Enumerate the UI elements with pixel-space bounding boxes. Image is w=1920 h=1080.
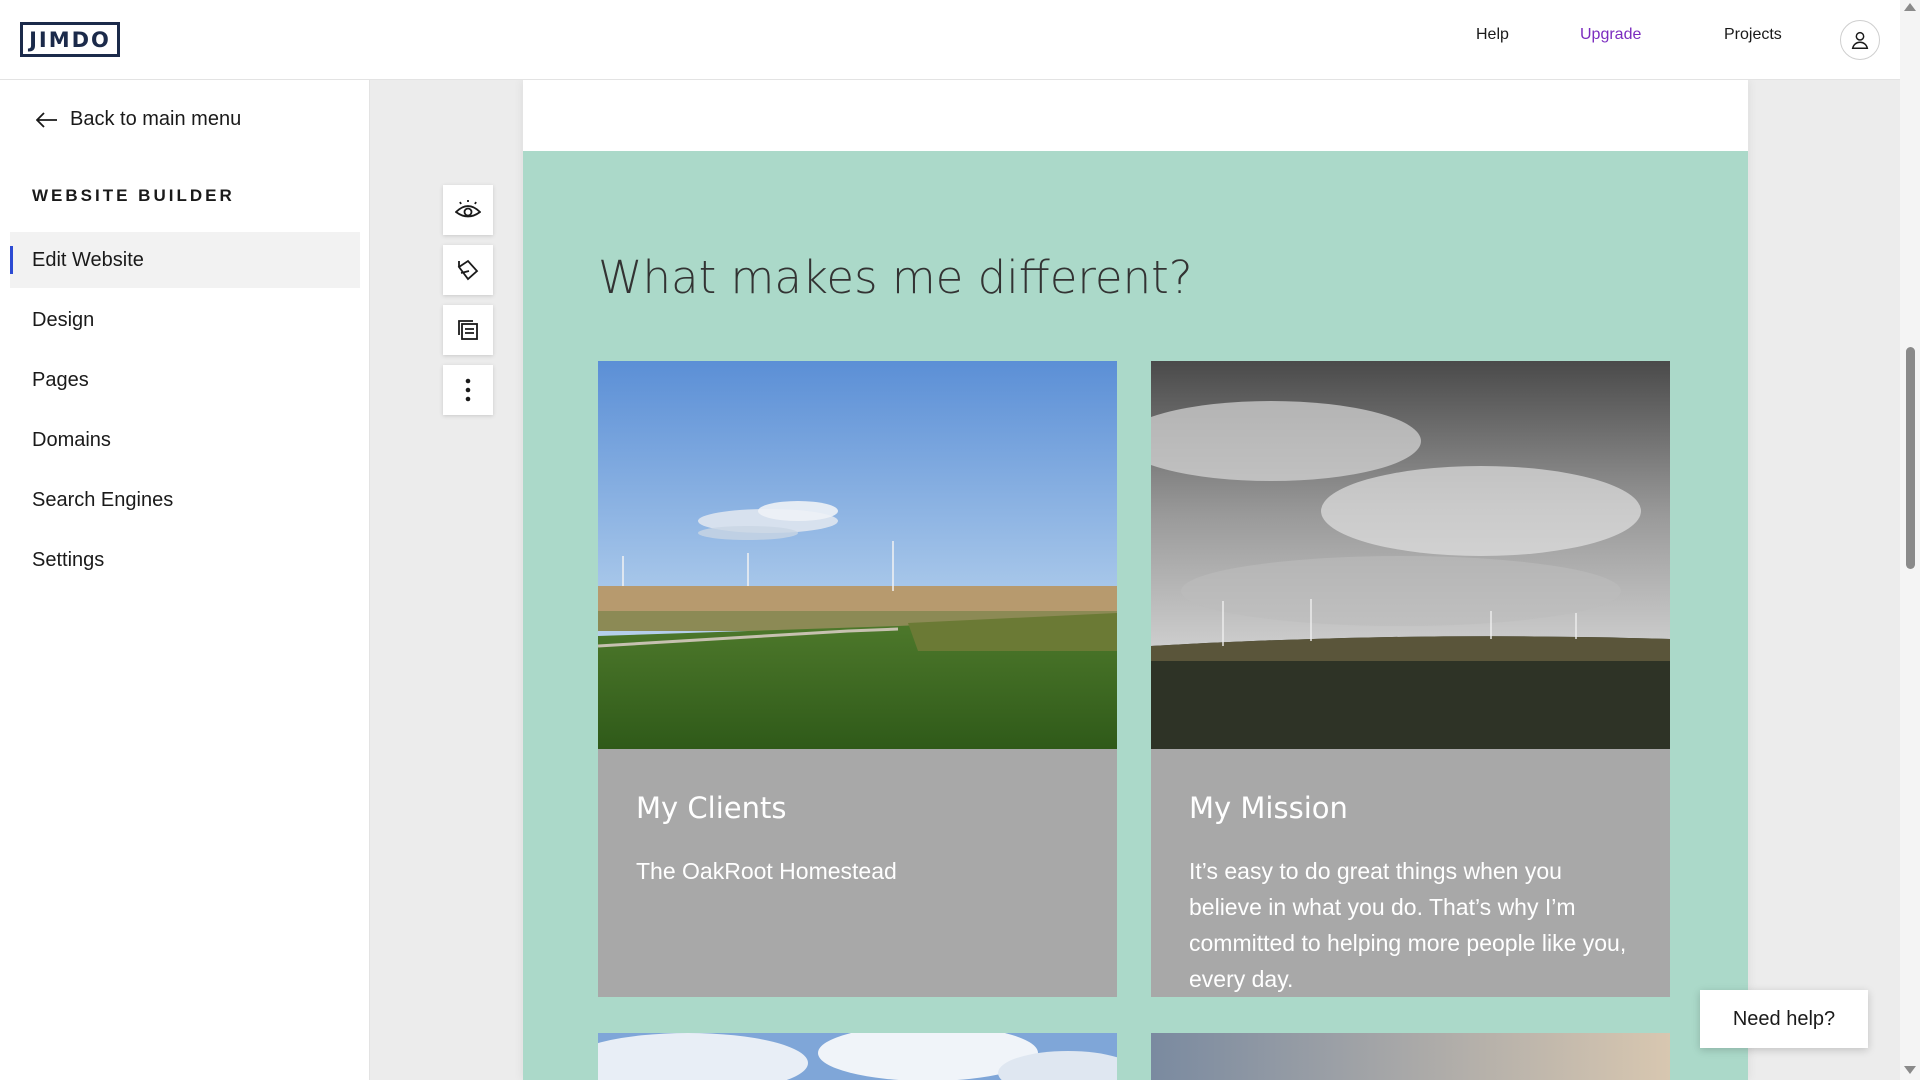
card-image-partial[interactable]	[598, 1033, 1117, 1080]
scroll-thumb[interactable]	[1906, 347, 1915, 569]
sidebar-menu: Edit Website Design Pages Domains Search…	[10, 232, 360, 592]
wind-turbines-field-sunny-photo[interactable]	[598, 361, 1117, 749]
jimdo-logo[interactable]: JIMDO	[20, 22, 120, 57]
sidebar-item-settings[interactable]: Settings	[10, 532, 360, 588]
paint-bucket-icon	[457, 259, 479, 281]
eye-icon	[455, 200, 481, 218]
scroll-up-icon[interactable]	[1904, 3, 1916, 11]
upgrade-link[interactable]: Upgrade	[1580, 26, 1641, 44]
back-to-main-menu-link[interactable]: Back to main menu	[36, 108, 241, 131]
card-text[interactable]: It’s easy to do great things when you be…	[1189, 853, 1639, 997]
website-page: What makes me different? My Clients The …	[523, 80, 1748, 1080]
editor-canvas: What makes me different? My Clients The …	[370, 80, 1900, 1080]
copy-icon	[458, 320, 478, 340]
dusk-sky-photo[interactable]	[1151, 1033, 1670, 1080]
sidebar-item-search-engines[interactable]: Search Engines	[10, 472, 360, 528]
card-title[interactable]: My Clients	[636, 791, 786, 825]
top-bar: JIMDO Help Upgrade Projects	[0, 0, 1900, 80]
more-options-button[interactable]	[443, 365, 493, 415]
projects-link[interactable]: Projects	[1724, 26, 1782, 44]
card-image-partial[interactable]	[1151, 1033, 1670, 1080]
card-my-mission[interactable]: My Mission It’s easy to do great things …	[1151, 361, 1670, 997]
card-title[interactable]: My Mission	[1189, 791, 1348, 825]
sidebar-section-title: WEBSITE BUILDER	[32, 186, 235, 205]
need-help-button[interactable]: Need help?	[1700, 990, 1868, 1048]
arrow-left-icon	[36, 111, 57, 128]
user-icon	[1851, 31, 1869, 49]
sidebar-item-domains[interactable]: Domains	[10, 412, 360, 468]
more-vertical-icon	[465, 378, 471, 402]
section-heading[interactable]: What makes me different?	[598, 251, 1193, 304]
card-text[interactable]: The OakRoot Homestead	[636, 853, 1086, 889]
section-toolbar	[443, 185, 493, 425]
preview-button[interactable]	[443, 185, 493, 235]
duplicate-button[interactable]	[443, 305, 493, 355]
sidebar-item-edit-website[interactable]: Edit Website	[10, 232, 360, 288]
user-account-button[interactable]	[1840, 20, 1880, 60]
scrollbar[interactable]	[1900, 0, 1920, 1080]
content-section[interactable]: What makes me different? My Clients The …	[523, 151, 1748, 1080]
card-my-clients[interactable]: My Clients The OakRoot Homestead	[598, 361, 1117, 997]
back-label: Back to main menu	[70, 108, 242, 130]
help-link[interactable]: Help	[1476, 26, 1509, 44]
sidebar-item-pages[interactable]: Pages	[10, 352, 360, 408]
sidebar: Back to main menu WEBSITE BUILDER Edit W…	[0, 80, 370, 1080]
design-button[interactable]	[443, 245, 493, 295]
clouds-photo[interactable]	[598, 1033, 1117, 1080]
wind-turbines-cloudy-sky-photo[interactable]	[1151, 361, 1670, 749]
scroll-down-icon[interactable]	[1904, 1066, 1916, 1074]
sidebar-item-design[interactable]: Design	[10, 292, 360, 348]
